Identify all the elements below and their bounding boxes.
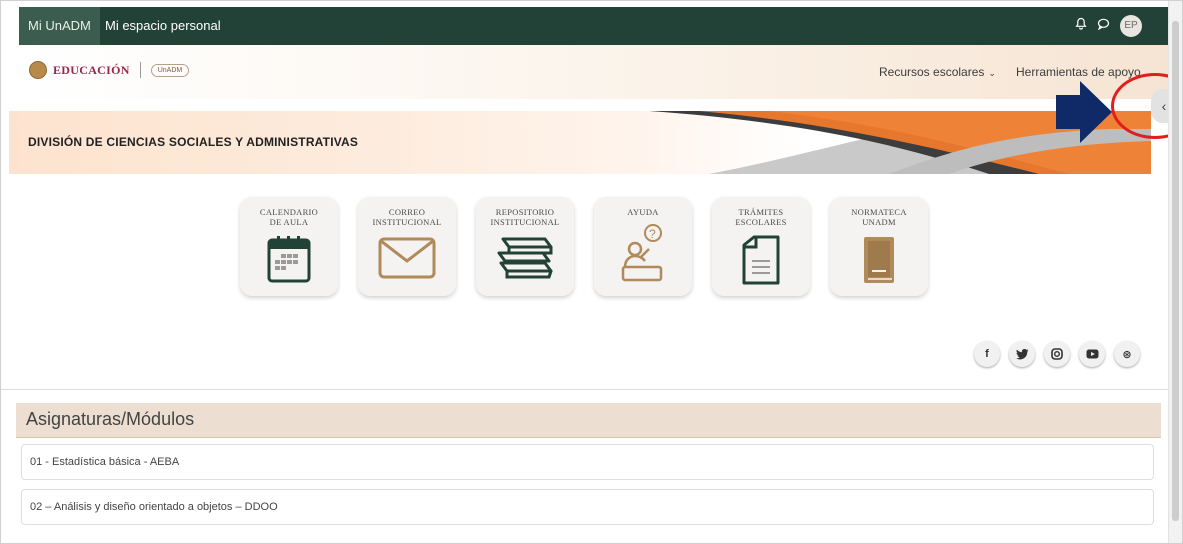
annotation-arrow-icon	[1056, 81, 1112, 143]
tab-mi-espacio-personal[interactable]: Mi espacio personal	[105, 7, 221, 45]
document-icon	[742, 235, 780, 290]
twitter-icon[interactable]	[1009, 341, 1035, 367]
unadm-logo: UnADM	[150, 63, 190, 77]
tile-label: CALENDARIO DE AULA	[259, 207, 319, 227]
page-frame: Mi UnADM Mi espacio personal EP EDUCACIÓ…	[0, 0, 1183, 544]
facebook-icon[interactable]: f	[974, 341, 1000, 367]
books-icon	[495, 235, 555, 286]
tile-repositorio-institucional[interactable]: REPOSITORIO INSTITUCIONAL	[476, 197, 574, 296]
course-link[interactable]: 01 - Estadística básica - AEBA	[30, 456, 179, 468]
svg-text:?: ?	[649, 227, 656, 241]
modules-header: Asignaturas/Módulos	[16, 403, 1161, 438]
envelope-icon	[378, 235, 436, 286]
tile-tramites-escolares[interactable]: TRÁMITES ESCOLARES	[712, 197, 810, 296]
youtube-icon[interactable]	[1079, 341, 1105, 367]
calendar-icon	[267, 235, 311, 288]
division-title: DIVISIÓN DE CIENCIAS SOCIALES Y ADMINIST…	[28, 135, 359, 149]
dribbble-icon[interactable]: ⊛	[1114, 341, 1140, 367]
menu-label: Herramientas de apoyo	[1016, 65, 1141, 79]
tile-label: TRÁMITES ESCOLARES	[735, 207, 787, 227]
course-link[interactable]: 02 – Análisis y diseño orientado a objet…	[30, 501, 278, 513]
tab-mi-unadm[interactable]: Mi UnADM	[19, 7, 100, 45]
tile-normateca-unadm[interactable]: NORMATECA UNADM	[830, 197, 928, 296]
top-navbar: Mi UnADM Mi espacio personal EP	[19, 7, 1168, 45]
course-item[interactable]: 01 - Estadística básica - AEBA	[21, 444, 1154, 480]
site-header: EDUCACIÓN UnADM Recursos escolares ⌄ Herr…	[19, 45, 1168, 99]
tile-label: REPOSITORIO INSTITUCIONAL	[490, 207, 560, 227]
scrollbar-thumb[interactable]	[1172, 21, 1179, 521]
section-divider	[1, 389, 1176, 390]
bell-icon[interactable]	[1075, 17, 1087, 35]
division-banner: DIVISIÓN DE CIENCIAS SOCIALES Y ADMINIST…	[9, 111, 1151, 174]
tile-ayuda[interactable]: AYUDA ?	[594, 197, 692, 296]
tile-label: AYUDA	[627, 207, 659, 217]
tile-label: NORMATECA UNADM	[851, 207, 907, 227]
tile-calendario-de-aula[interactable]: CALENDARIO DE AULA	[240, 197, 338, 296]
top-icons: EP	[1075, 7, 1142, 45]
book-icon	[862, 235, 896, 290]
instagram-icon[interactable]	[1044, 341, 1070, 367]
tile-correo-institucional[interactable]: CORREO INSTITUCIONAL	[358, 197, 456, 296]
tile-label: CORREO INSTITUCIONAL	[372, 207, 442, 227]
menu-label: Recursos escolares	[879, 65, 985, 79]
modules-title: Asignaturas/Módulos	[26, 409, 195, 429]
menu-recursos-escolares[interactable]: Recursos escolares ⌄	[879, 45, 996, 99]
government-seal-icon	[29, 61, 47, 79]
course-item[interactable]: 02 – Análisis y diseño orientado a objet…	[21, 489, 1154, 525]
chevron-down-icon: ⌄	[988, 68, 996, 78]
user-avatar[interactable]: EP	[1120, 15, 1142, 37]
help-desk-icon: ?	[619, 223, 667, 290]
logo-divider	[139, 62, 141, 78]
chat-bubble-icon[interactable]	[1097, 17, 1110, 35]
brand-name: EDUCACIÓN	[53, 62, 130, 77]
brand-logo[interactable]: EDUCACIÓN UnADM	[29, 61, 190, 79]
vertical-scrollbar[interactable]	[1168, 1, 1182, 543]
